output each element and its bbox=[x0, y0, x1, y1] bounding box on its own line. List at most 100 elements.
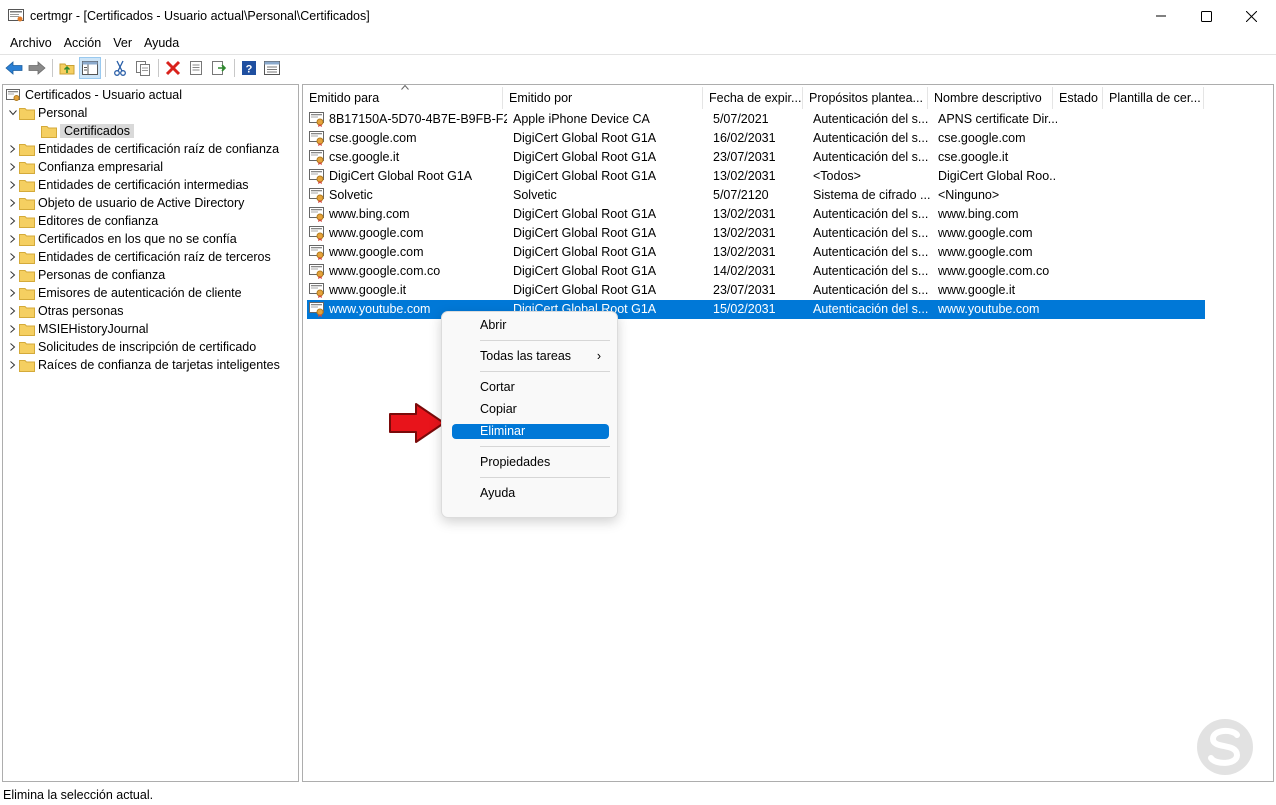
table-cell: cse.google.com bbox=[329, 131, 417, 145]
tree-item[interactable]: MSIEHistoryJournal bbox=[7, 320, 148, 338]
close-button[interactable] bbox=[1228, 0, 1274, 32]
menu-accion[interactable]: Acción bbox=[58, 33, 108, 53]
minimize-button[interactable] bbox=[1138, 0, 1184, 32]
tree-item-certificados[interactable]: Certificados bbox=[41, 122, 134, 140]
column-header-emitido-por[interactable]: Emitido por bbox=[503, 87, 703, 109]
table-cell: www.google.com.co bbox=[938, 264, 1050, 278]
export-button[interactable] bbox=[208, 57, 230, 79]
menu-ver[interactable]: Ver bbox=[107, 33, 138, 53]
table-row[interactable]: DigiCert Global Root G1A DigiCert Global … bbox=[307, 167, 1205, 186]
chevron-right-icon[interactable] bbox=[7, 230, 19, 248]
maximize-button[interactable] bbox=[1183, 0, 1229, 32]
table-cell: www.google.com bbox=[329, 245, 424, 259]
table-row[interactable]: 8B17150A-5D70-4B7E-B9FB-F21... Apple iPho… bbox=[307, 110, 1205, 129]
copy-button[interactable] bbox=[132, 57, 154, 79]
table-cell: www.google.com bbox=[329, 226, 424, 240]
help-button[interactable]: ? bbox=[238, 57, 260, 79]
column-header-label: Fecha de expir... bbox=[709, 91, 802, 105]
table-cell: DigiCert Global Root G1A bbox=[513, 169, 657, 183]
tree-item[interactable]: Confianza empresarial bbox=[7, 158, 163, 176]
table-cell bbox=[1113, 224, 1205, 243]
table-row[interactable]: www.google.it DigiCert Global Root G1A 23/… bbox=[307, 281, 1205, 300]
menu-archivo[interactable]: Archivo bbox=[4, 33, 58, 53]
table-cell: 13/02/2031 bbox=[713, 226, 776, 240]
tree-item[interactable]: Objeto de usuario de Active Directory bbox=[7, 194, 244, 212]
menu-item-label: Propiedades bbox=[480, 455, 551, 469]
menu-ayuda[interactable]: Ayuda bbox=[138, 33, 185, 53]
cut-button[interactable] bbox=[109, 57, 131, 79]
table-cell bbox=[1063, 205, 1107, 224]
tree-item[interactable]: Solicitudes de inscripción de certificad… bbox=[7, 338, 256, 356]
up-folder-button[interactable] bbox=[56, 57, 78, 79]
delete-button[interactable] bbox=[162, 57, 184, 79]
chevron-right-icon[interactable] bbox=[7, 284, 19, 302]
menu-item-cortar[interactable]: Cortar bbox=[452, 380, 609, 395]
column-header-fecha-expiracion[interactable]: Fecha de expir... bbox=[703, 87, 803, 109]
table-row[interactable]: www.google.com.co DigiCert Global Root G1… bbox=[307, 262, 1205, 281]
table-cell: 15/02/2031 bbox=[713, 302, 776, 316]
column-header-estado[interactable]: Estado bbox=[1053, 87, 1103, 109]
column-header-nombre-descriptivo[interactable]: Nombre descriptivo bbox=[928, 87, 1053, 109]
column-header-emitido-para[interactable]: Emitido para bbox=[303, 87, 503, 109]
back-button[interactable] bbox=[3, 57, 25, 79]
chevron-right-icon[interactable] bbox=[7, 266, 19, 284]
table-row[interactable]: www.google.com DigiCert Global Root G1A 13… bbox=[307, 243, 1205, 262]
table-row[interactable]: Solvetic Solvetic 5/07/2120 Sistema de cifr… bbox=[307, 186, 1205, 205]
tree-pane[interactable]: Certificados - Usuario actual Personal C… bbox=[2, 84, 299, 782]
tree-item[interactable]: Raíces de confianza de tarjetas intelige… bbox=[7, 356, 280, 374]
folder-icon bbox=[19, 179, 35, 192]
menu-item-ayuda[interactable]: Ayuda bbox=[452, 486, 609, 501]
folder-icon bbox=[19, 305, 35, 318]
table-cell: DigiCert Global Root G1A bbox=[513, 207, 657, 221]
menu-item-label: Eliminar bbox=[480, 424, 526, 438]
tree-item-personal[interactable]: Personal bbox=[7, 104, 87, 122]
tree-item-label: Emisores de autenticación de cliente bbox=[38, 286, 242, 300]
tree-item[interactable]: Otras personas bbox=[7, 302, 123, 320]
folder-icon bbox=[19, 233, 35, 246]
tree-item[interactable]: Entidades de certificación raíz de terce… bbox=[7, 248, 271, 266]
menu-item-copiar[interactable]: Copiar bbox=[452, 402, 609, 417]
tree-item[interactable]: Emisores de autenticación de cliente bbox=[7, 284, 242, 302]
column-header-plantilla[interactable]: Plantilla de cer... bbox=[1103, 87, 1204, 109]
tree-item[interactable]: Personas de confianza bbox=[7, 266, 165, 284]
properties-button[interactable] bbox=[185, 57, 207, 79]
chevron-down-icon[interactable] bbox=[7, 104, 19, 122]
table-row[interactable]: www.google.com DigiCert Global Root G1A 13… bbox=[307, 224, 1205, 243]
details-view-button[interactable] bbox=[261, 57, 283, 79]
table-cell: www.youtube.com bbox=[938, 302, 1040, 316]
chevron-right-icon[interactable] bbox=[7, 356, 19, 374]
menu-item-abrir[interactable]: Abrir bbox=[452, 318, 609, 333]
chevron-right-icon[interactable] bbox=[7, 212, 19, 230]
tree-item[interactable]: Entidades de certificación intermedias bbox=[7, 176, 249, 194]
tree-item[interactable]: Editores de confianza bbox=[7, 212, 158, 230]
chevron-right-icon[interactable] bbox=[7, 320, 19, 338]
table-cell bbox=[1113, 243, 1205, 262]
menu-item-todas-las-tareas[interactable]: Todas las tareas › bbox=[452, 349, 609, 364]
folder-icon bbox=[41, 125, 57, 138]
chevron-right-icon[interactable] bbox=[7, 248, 19, 266]
chevron-right-icon[interactable] bbox=[7, 338, 19, 356]
column-header-label: Emitido para bbox=[309, 91, 380, 105]
tree-item[interactable]: Entidades de certificación raíz de confi… bbox=[7, 140, 279, 158]
table-row[interactable]: cse.google.it DigiCert Global Root G1A 23/… bbox=[307, 148, 1205, 167]
table-cell: Autenticación del s... bbox=[813, 245, 929, 259]
chevron-right-icon[interactable] bbox=[7, 176, 19, 194]
tree-root[interactable]: Certificados - Usuario actual bbox=[5, 86, 182, 104]
table-row[interactable]: cse.google.com DigiCert Global Root G1A 16… bbox=[307, 129, 1205, 148]
tree-item-label: Certificados bbox=[60, 124, 134, 138]
chevron-right-icon[interactable] bbox=[7, 302, 19, 320]
column-header-label: Emitido por bbox=[509, 91, 573, 105]
menu-item-eliminar[interactable]: Eliminar bbox=[452, 424, 609, 439]
chevron-right-icon[interactable] bbox=[7, 140, 19, 158]
chevron-right-icon[interactable] bbox=[7, 194, 19, 212]
column-header-propositos[interactable]: Propósitos plantea... bbox=[803, 87, 928, 109]
table-row[interactable]: www.bing.com DigiCert Global Root G1A 13/0… bbox=[307, 205, 1205, 224]
table-cell: www.bing.com bbox=[938, 207, 1019, 221]
menu-item-propiedades[interactable]: Propiedades bbox=[452, 455, 609, 470]
chevron-right-icon[interactable] bbox=[7, 158, 19, 176]
tree-item[interactable]: Certificados en los que no se confía bbox=[7, 230, 237, 248]
folder-icon bbox=[19, 269, 35, 282]
show-hide-tree-button[interactable] bbox=[79, 57, 101, 79]
forward-button[interactable] bbox=[26, 57, 48, 79]
table-cell bbox=[1113, 167, 1205, 186]
